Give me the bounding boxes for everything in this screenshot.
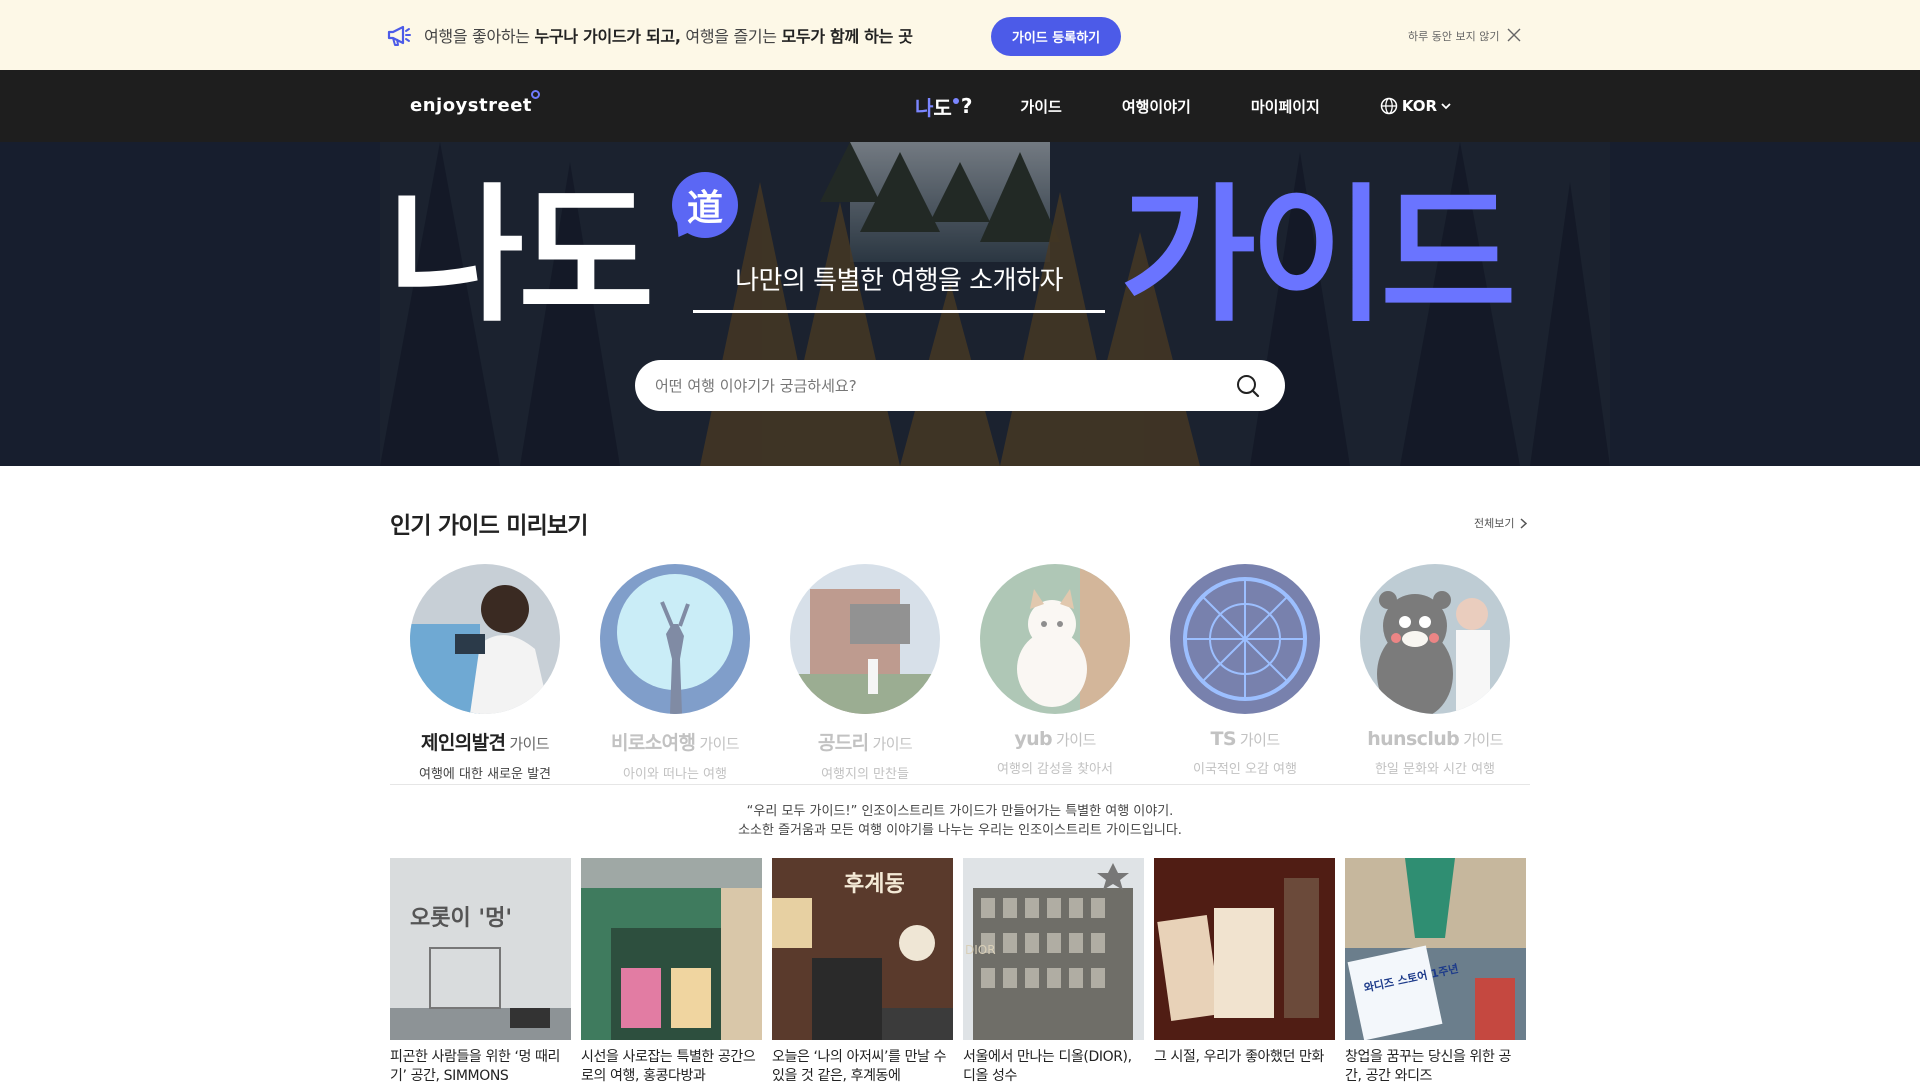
story-thumbnail: 와디즈 스토어 1주년 (1345, 858, 1526, 1040)
guide-avatar (980, 564, 1130, 714)
guide-name: 비로소여행 가이드 (610, 732, 740, 754)
story-caption: 창업을 꿈꾸는 당신을 위한 공간, 공간 와디즈 (1345, 1049, 1511, 1084)
story-thumbnail (581, 858, 762, 1040)
story-caption: 피곤한 사람들을 위한 ‘멍 때리기’ 공간, SIMMONS (390, 1049, 561, 1084)
story-thumbnail: 오롯이 '멍' (390, 858, 571, 1040)
guide-avatar (410, 564, 560, 714)
guide-card[interactable]: 공드리 가이드 여행지의 만찬들 (770, 564, 960, 782)
guide-card[interactable]: hunsclub 가이드 한일 문화와 시간 여행 (1340, 564, 1530, 777)
story-caption: 서울에서 만나는 디올(DIOR), 디올 성수 (963, 1049, 1132, 1084)
guide-name: yub 가이드 (1014, 728, 1096, 750)
guide-name: 제인의발견 가이드 (420, 732, 550, 754)
guide-description: 여행의 감성을 찾아서 (997, 762, 1113, 777)
dismiss-today-link[interactable]: 하루 동안 보지 않기 (1408, 28, 1499, 44)
language-selector[interactable]: KOR (1380, 97, 1456, 115)
story-caption: 오늘은 ‘나의 아저씨’를 만날 수 있을 것 같은, 후계동에 (772, 1049, 947, 1084)
story-caption: 시선을 사로잡는 특별한 공간으로의 여행, 홍콩다방과 (581, 1049, 756, 1084)
story-thumbnail (1154, 858, 1335, 1040)
promo-text: 여행을 좋아하는 누구나 가이드가 되고, 여행을 즐기는 모두가 함께 하는 … (424, 27, 913, 46)
guide-carousel: 제인의발견 가이드 여행에 대한 새로운 발견 비로소여행 가이드 아이와 떠나는 … (390, 564, 1530, 782)
story-grid: 오롯이 '멍' 피곤한 사람들을 위한 ‘멍 때리기’ 공간, SIMMONS … (390, 858, 1530, 1084)
view-all-label: 전체보기 (1474, 517, 1515, 530)
story-thumbnail: DIOR (963, 858, 1144, 1040)
story-image-text: 후계동 (844, 872, 905, 897)
promo-message: 여행을 좋아하는 누구나 가이드가 되고, 여행을 즐기는 모두가 함께 하는 … (386, 0, 913, 70)
guide-description: 여행지의 만찬들 (821, 767, 909, 782)
chevron-down-icon (1441, 103, 1451, 110)
popular-guides-title: 인기 가이드 미리보기 (390, 513, 588, 539)
story-caption: 그 시절, 우리가 좋아했던 만화 (1154, 1049, 1325, 1065)
guide-avatar (790, 564, 940, 714)
story-thumbnail: 후계동 (772, 858, 953, 1040)
chevron-right-icon (1520, 517, 1528, 529)
enjoystreet-logo[interactable]: enjoystreet (410, 88, 541, 122)
brand-dot (952, 98, 959, 104)
section-divider (390, 784, 1530, 785)
guide-card[interactable]: yub 가이드 여행의 감성을 찾아서 (960, 564, 1150, 777)
story-card[interactable]: 와디즈 스토어 1주년 창업을 꿈꾸는 당신을 위한 공간, 공간 와디즈 (1345, 858, 1526, 1086)
guide-avatar (1170, 564, 1320, 714)
top-navigation: enjoystreet 나 도? 가이드 여행이야기 마이페이지 KOR (0, 70, 1920, 142)
story-card[interactable]: 후계동 오늘은 ‘나의 아저씨’를 만날 수 있을 것 같은, 후계동에 (772, 858, 953, 1086)
nav-menu: 나 도? 가이드 여행이야기 마이페이지 KOR (915, 70, 1456, 142)
promo-banner: 여행을 좋아하는 누구나 가이드가 되고, 여행을 즐기는 모두가 함께 하는 … (0, 0, 1920, 70)
story-image-text: 오롯이 '멍' (410, 906, 513, 931)
guide-description: 이국적인 오감 여행 (1193, 762, 1297, 777)
guide-name: TS 가이드 (1210, 728, 1280, 750)
hero-title-guide: 가이드 (1120, 170, 1516, 342)
story-card[interactable]: 그 시절, 우리가 좋아했던 만화 (1154, 858, 1335, 1086)
register-guide-button[interactable]: 가이드 등록하기 (991, 17, 1121, 56)
guide-avatar (600, 564, 750, 714)
hero-title-nado: 나도 (388, 170, 654, 342)
hero-subtitle: 나만의 특별한 여행을 소개하자 (735, 266, 1063, 296)
hero-banner: 나도 道 나만의 특별한 여행을 소개하자 가이드 (0, 142, 1920, 466)
intro-quote: “우리 모두 가이드!” 인조이스트리트 가이드가 만들어가는 특별한 여행 이… (390, 802, 1530, 840)
guide-description: 아이와 떠나는 여행 (623, 767, 727, 782)
brand-question: ? (960, 94, 973, 118)
story-card[interactable]: DIOR 서울에서 만나는 디올(DIOR), 디올 성수 (963, 858, 1144, 1086)
globe-icon (1380, 97, 1398, 115)
quote-line-2: 소소한 즐거움과 모든 여행 이야기를 나누는 우리는 인조이스트리트 가이드입… (738, 823, 1182, 838)
hero-badge-do: 道 (672, 172, 738, 238)
nav-item-guide[interactable]: 가이드 (1020, 96, 1061, 117)
search-bar (635, 360, 1285, 411)
forest-background-image (0, 142, 1920, 466)
search-input[interactable] (655, 360, 1215, 411)
story-card[interactable]: 오롯이 '멍' 피곤한 사람들을 위한 ‘멍 때리기’ 공간, SIMMONS (390, 858, 571, 1086)
guide-description: 한일 문화와 시간 여행 (1374, 762, 1496, 777)
story-image-text: DIOR (965, 943, 996, 957)
search-icon[interactable] (1235, 373, 1261, 399)
logo-text: enjoystreet (410, 94, 533, 116)
megaphone-icon (387, 25, 411, 46)
brand-do: 도 (933, 95, 952, 120)
brand-na: 나 (915, 95, 934, 120)
nav-item-mypage[interactable]: 마이페이지 (1251, 96, 1320, 117)
quote-line-1: “우리 모두 가이드!” 인조이스트리트 가이드가 만들어가는 특별한 여행 이… (746, 804, 1174, 819)
guide-description: 여행에 대한 새로운 발견 (419, 767, 551, 782)
location-pin-icon (531, 90, 541, 99)
language-label: KOR (1401, 97, 1438, 115)
story-card[interactable]: 시선을 사로잡는 특별한 공간으로의 여행, 홍콩다방과 (581, 858, 762, 1086)
guide-avatar (1360, 564, 1510, 714)
close-icon[interactable] (1506, 27, 1522, 43)
guide-name: 공드리 가이드 (817, 732, 913, 754)
nav-item-travel-stories[interactable]: 여행이야기 (1122, 96, 1191, 117)
nado-brand-link[interactable]: 나 도? (915, 92, 972, 121)
hero-subtitle-underline (693, 310, 1105, 313)
guide-name: hunsclub 가이드 (1367, 728, 1503, 750)
guide-card[interactable]: 비로소여행 가이드 아이와 떠나는 여행 (580, 564, 770, 782)
guide-card[interactable]: 제인의발견 가이드 여행에 대한 새로운 발견 (390, 564, 580, 782)
guide-card[interactable]: TS 가이드 이국적인 오감 여행 (1150, 564, 1340, 777)
view-all-link[interactable]: 전체보기 (1474, 515, 1528, 531)
